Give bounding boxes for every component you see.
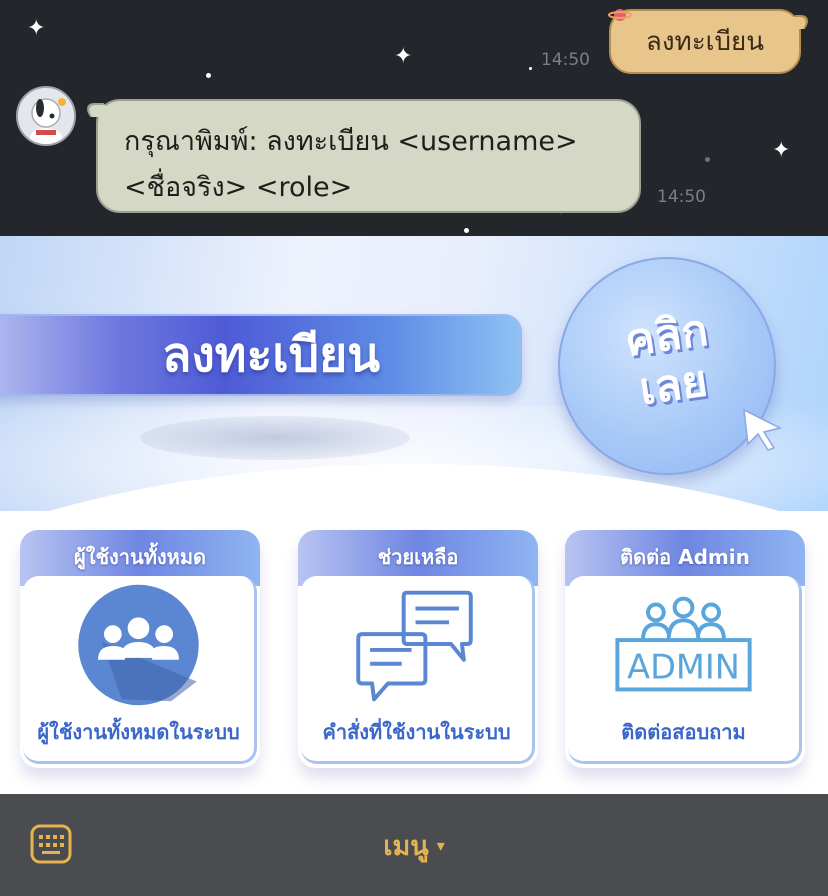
menu-toggle-label[interactable]: เมนู bbox=[383, 824, 428, 867]
bot-avatar[interactable] bbox=[16, 86, 76, 146]
star-dot bbox=[206, 73, 211, 78]
outgoing-timestamp: 14:50 bbox=[541, 50, 590, 70]
admin-desk-icon: ADMIN bbox=[615, 596, 752, 692]
sparkle-decoration: ✦ bbox=[27, 16, 46, 41]
incoming-message-line: กรุณาพิมพ์: ลงทะเบียน <username> bbox=[124, 126, 578, 157]
cursor-arrow-icon bbox=[743, 408, 783, 451]
star-dot bbox=[529, 67, 532, 70]
card-label: ติดต่อสอบถาม bbox=[621, 720, 746, 744]
card-body: ADMIN ติดต่อสอบถาม bbox=[568, 576, 802, 764]
admin-icon-text: ADMIN bbox=[627, 648, 740, 687]
register-banner-label: ลงทะเบียน bbox=[161, 327, 381, 383]
card-label: ผู้ใช้งานทั้งหมดในระบบ bbox=[37, 720, 240, 744]
chevron-down-icon[interactable]: ▾ bbox=[437, 836, 445, 855]
star-dot bbox=[705, 157, 710, 162]
incoming-message-line: <ชื่อจริง> <role> bbox=[124, 172, 353, 203]
register-banner[interactable]: ลงทะเบียน bbox=[0, 314, 522, 396]
sparkle-decoration: ✦ bbox=[772, 138, 791, 163]
card-contact-admin[interactable]: ติดต่อ Admin ADMIN ติดต่อสอบถาม bbox=[565, 530, 805, 768]
card-help[interactable]: ช่วยเหลือ คำสั่งที่ใช้งานในระบบ bbox=[298, 530, 538, 768]
bubble-tail bbox=[786, 15, 814, 29]
keyboard-icon[interactable] bbox=[30, 824, 72, 864]
bubble-tail bbox=[81, 103, 113, 117]
bottom-bar: เมนู ▾ bbox=[0, 794, 828, 896]
incoming-timestamp: 14:50 bbox=[657, 187, 706, 207]
rich-menu: ลงทะเบียน คลิก เลย ผู้ใช้งานทั้งหมด ผู้ใ… bbox=[0, 236, 828, 794]
snoopy-astronaut-avatar-icon bbox=[18, 88, 74, 144]
card-label: คำสั่งที่ใช้งานในระบบ bbox=[322, 720, 511, 744]
menu-toggle: เมนู ▾ bbox=[0, 794, 828, 896]
star-dot bbox=[464, 228, 469, 233]
chat-bubbles-icon bbox=[356, 590, 473, 702]
sparkle-decoration: ✦ bbox=[394, 44, 413, 69]
users-group-icon bbox=[78, 584, 199, 706]
outgoing-message-text: ลงทะเบียน bbox=[645, 27, 765, 57]
card-body: คำสั่งที่ใช้งานในระบบ bbox=[301, 576, 535, 764]
click-now-label: คลิก เลย bbox=[594, 302, 747, 421]
planet-icon bbox=[608, 9, 632, 21]
outgoing-message-bubble[interactable]: ลงทะเบียน bbox=[609, 9, 814, 74]
banner-shadow bbox=[140, 416, 410, 460]
chat-area[interactable]: ✦ ✦ ✦ ✦ ลงทะเบียน 14:50 กรุณาพิมพ์: ลงทะ… bbox=[0, 0, 828, 236]
incoming-message-bubble[interactable]: กรุณาพิมพ์: ลงทะเบียน <username> <ชื่อจร… bbox=[81, 99, 641, 213]
card-body: ผู้ใช้งานทั้งหมดในระบบ bbox=[23, 576, 257, 764]
card-all-users[interactable]: ผู้ใช้งานทั้งหมด ผู้ใช้งานทั้งหมดในระบบ bbox=[20, 530, 260, 768]
